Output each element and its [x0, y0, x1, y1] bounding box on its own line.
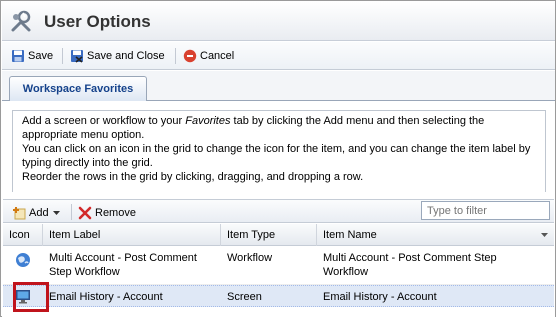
- save-and-close-button[interactable]: Save and Close: [70, 48, 165, 64]
- globe-icon[interactable]: [15, 253, 31, 271]
- instruction-line-2: You can click on an icon in the grid to …: [22, 143, 531, 169]
- remove-x-icon: [78, 206, 92, 220]
- column-header-item-type[interactable]: Item Type: [221, 224, 317, 246]
- item-type-cell: Screen: [227, 291, 262, 303]
- add-label: Add: [29, 207, 49, 219]
- toolbar-divider: [175, 48, 176, 64]
- cancel-label: Cancel: [200, 50, 235, 62]
- column-header-item-name[interactable]: Item Name: [317, 224, 554, 246]
- filter-input[interactable]: [421, 201, 550, 220]
- instruction-line-3: Reorder the rows in the grid by clicking…: [22, 171, 364, 183]
- cancel-icon: [183, 49, 197, 63]
- table-row[interactable]: Multi Account - Post Comment Step Workfl…: [3, 247, 554, 285]
- instructions-panel: Add a screen or workflow to your Favorit…: [12, 110, 546, 192]
- toolbar-divider: [62, 48, 63, 64]
- add-menu-button[interactable]: Add: [12, 205, 60, 221]
- item-type-cell: Workflow: [227, 252, 273, 264]
- column-menu-arrow-icon[interactable]: [536, 224, 552, 246]
- item-label-cell[interactable]: Multi Account - Post Comment Step Workfl…: [43, 247, 221, 283]
- tab-content: Add a screen or workflow to your Favorit…: [2, 101, 555, 317]
- tab-strip: Workspace Favorites: [2, 71, 555, 101]
- floppy-disk-icon: [11, 49, 25, 63]
- window-title: User Options: [44, 12, 151, 31]
- save-close-icon: [70, 49, 84, 63]
- item-name-cell: Email History - Account: [323, 291, 437, 303]
- add-item-icon: [12, 206, 26, 220]
- instruction-line-1: Add a screen or workflow to your Favorit…: [22, 115, 485, 141]
- remove-button[interactable]: Remove: [78, 205, 136, 221]
- item-name-cell: Multi Account - Post Comment Step Workfl…: [323, 252, 497, 278]
- save-button[interactable]: Save: [11, 48, 53, 64]
- grid-toolbar: Add Remove: [3, 199, 554, 223]
- dropdown-arrow-icon: [52, 207, 60, 219]
- column-header-item-label[interactable]: Item Label: [43, 224, 221, 246]
- remove-label: Remove: [95, 207, 136, 219]
- item-label-cell[interactable]: Email History - Account: [43, 286, 221, 308]
- user-options-window: User Options Save Save and Close Cancel …: [0, 0, 556, 317]
- toolbar-divider: [71, 204, 72, 220]
- main-toolbar: Save Save and Close Cancel: [2, 42, 555, 70]
- save-and-close-label: Save and Close: [87, 50, 165, 62]
- row-icon-cell[interactable]: [3, 247, 43, 276]
- title-bar: User Options: [2, 2, 555, 41]
- column-header-icon[interactable]: Icon: [3, 224, 43, 246]
- tab-workspace-favorites[interactable]: Workspace Favorites: [9, 76, 147, 101]
- icon-highlight-box: [13, 282, 49, 312]
- wrench-icon: [9, 10, 33, 34]
- cancel-button[interactable]: Cancel: [183, 48, 234, 64]
- table-row[interactable]: Email History - Account Screen Email His…: [3, 285, 554, 307]
- save-label: Save: [28, 50, 54, 62]
- grid-header: Icon Item Label Item Type Item Name: [3, 224, 554, 246]
